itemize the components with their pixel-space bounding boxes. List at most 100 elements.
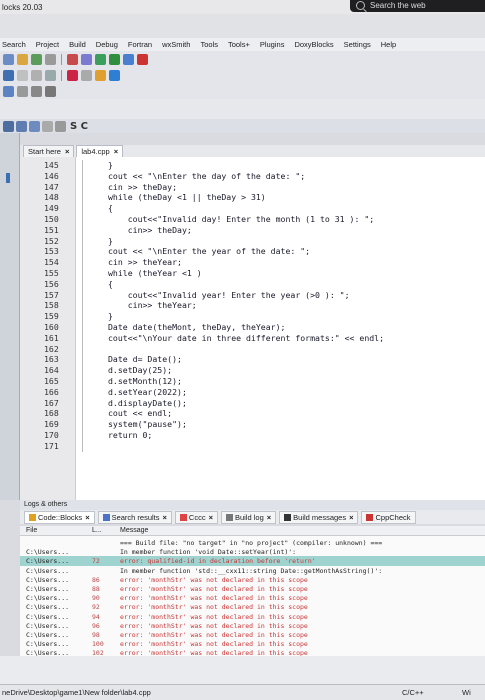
code-text: d.setDay(25); [108,365,173,376]
code-line[interactable]: 148 while (theDay <1 || theDay > 31) [20,192,485,203]
jump-icon[interactable] [81,69,92,81]
log-tab[interactable]: Cccc × [174,510,218,524]
extract-icon[interactable] [31,85,42,97]
comment-icon[interactable] [31,69,42,81]
step-icon[interactable] [17,69,28,81]
log-tabs: Code::Blocks × Search results × Cccc × Build l… [20,510,485,524]
editor-tabs: Start here × lab4.cpp × [20,145,485,157]
menu-item[interactable]: Tools [200,38,218,51]
code-line[interactable]: 155 while (theYear <1 ) [20,268,485,279]
new-file-icon[interactable] [3,53,14,65]
debug-icon[interactable] [3,69,14,81]
code-line[interactable]: 167 d.displayDate(); [20,398,485,409]
line-number: 149 [44,203,59,214]
panel-icon[interactable] [29,120,40,132]
code-line[interactable]: 166 d.setYear(2022); [20,387,485,398]
code-line[interactable]: 154 cin >> theYear; [20,257,485,268]
line-number: 147 [44,181,59,192]
close-icon[interactable]: × [267,513,271,522]
menu-item[interactable]: Build [69,38,86,51]
code-line[interactable]: 153 cout << "\nEnter the year of the date… [20,246,485,257]
toolbar-search: S C [0,119,485,133]
menu-item[interactable]: Settings [344,38,371,51]
code-line[interactable]: 147 cin >> theDay; [20,182,485,193]
search-web-box[interactable]: Search the web [350,0,485,12]
menu-item[interactable]: DoxyBlocks [294,38,333,51]
code-line[interactable]: 165 d.setMonth(12); [20,376,485,387]
code-line[interactable]: 156 { [20,279,485,290]
close-icon[interactable]: × [114,147,118,156]
code-line[interactable]: 151 cin>> theDay; [20,225,485,236]
close-icon[interactable]: × [349,513,353,522]
mode-indicator: Wi [462,688,471,697]
close-icon[interactable]: × [209,513,213,522]
log-tab[interactable]: Code::Blocks × [24,510,95,524]
menu-item[interactable]: wxSmith [162,38,190,51]
menu-item[interactable]: Debug [96,38,118,51]
menu-item[interactable]: Project [36,38,59,51]
doxywizard-icon[interactable] [3,85,14,97]
language-indicator: C/C++ [402,688,424,697]
code-line[interactable]: 158 cin>> theYear; [20,300,485,311]
code-text: d.displayDate(); [108,397,187,408]
editor-tab-label: Start here [28,147,61,156]
log-tab[interactable]: Build messages × [279,510,359,524]
build-icon[interactable] [95,53,106,65]
nav-back-icon[interactable] [109,69,120,81]
run-icon[interactable] [109,53,120,65]
abort-icon[interactable] [137,53,148,65]
editor-tab[interactable]: Start here × [23,145,75,157]
status-bar: neDrive\Desktop\game1\New folder\lab4.cp… [0,684,485,700]
line-number: 159 [44,311,59,322]
html-icon[interactable] [45,85,56,97]
uncomment-icon[interactable] [45,69,56,81]
code-editor[interactable]: 145} 146 cout << "\nEnter the day of the d… [20,157,485,500]
zoom-icon[interactable] [42,120,53,132]
save-icon[interactable] [31,53,42,65]
code-line[interactable]: 157 cout<<"Invalid year! Enter the year … [20,290,485,301]
panel-icon[interactable] [16,120,27,132]
code-line[interactable]: 170 return 0; [20,430,485,441]
code-line[interactable]: 159} [20,311,485,322]
code-line[interactable]: 169 system("pause"); [20,419,485,430]
log-tab[interactable]: Build log × [220,510,277,524]
close-icon[interactable]: × [65,147,69,156]
code-line[interactable]: 152} [20,236,485,247]
bookmark-icon[interactable] [67,69,78,81]
editor-tab[interactable]: lab4.cpp × [76,145,124,157]
code-line[interactable]: 150 cout<<"Invalid day! Enter the month … [20,214,485,225]
code-line[interactable]: 145} [20,160,485,171]
code-line[interactable]: 164 d.setDay(25); [20,365,485,376]
menu-item[interactable]: Search [2,38,26,51]
zoom-icon[interactable] [55,120,66,132]
highlight-icon[interactable] [95,69,106,81]
code-line[interactable]: 160 Date date(theMont, theDay, theYear); [20,322,485,333]
save-all-icon[interactable] [45,53,56,65]
code-line[interactable]: 149 { [20,203,485,214]
close-icon[interactable]: × [85,513,89,522]
menu-item[interactable]: Plugins [260,38,285,51]
log-tab-label: Cccc [188,512,206,522]
menu-item[interactable]: Tools+ [228,38,250,51]
log-tab[interactable]: Search results × [97,510,172,524]
code-line[interactable]: 171 [20,441,485,452]
copy-icon[interactable] [81,53,92,65]
code-line[interactable]: 162 [20,344,485,355]
cut-icon[interactable] [67,53,78,65]
log-tab[interactable]: CppCheck [361,510,416,524]
menu-item[interactable]: Fortran [128,38,152,51]
code-line[interactable]: 168 cout << endl; [20,408,485,419]
menu-item[interactable]: Help [381,38,396,51]
code-line[interactable]: 163 Date d= Date(); [20,354,485,365]
top-area [0,14,485,38]
pause-icon[interactable] [17,85,28,97]
open-folder-icon[interactable] [17,53,28,65]
code-line[interactable]: 146 cout << "\nEnter the day of the date:… [20,171,485,182]
line-number: 157 [44,289,59,300]
code-line[interactable]: 161 cout<<"\nYour date in three different… [20,333,485,344]
panel-icon[interactable] [3,120,14,132]
build-run-icon[interactable] [123,53,134,65]
close-icon[interactable]: × [163,513,167,522]
line-number: 151 [44,224,59,235]
log-tab-icon [225,514,233,522]
